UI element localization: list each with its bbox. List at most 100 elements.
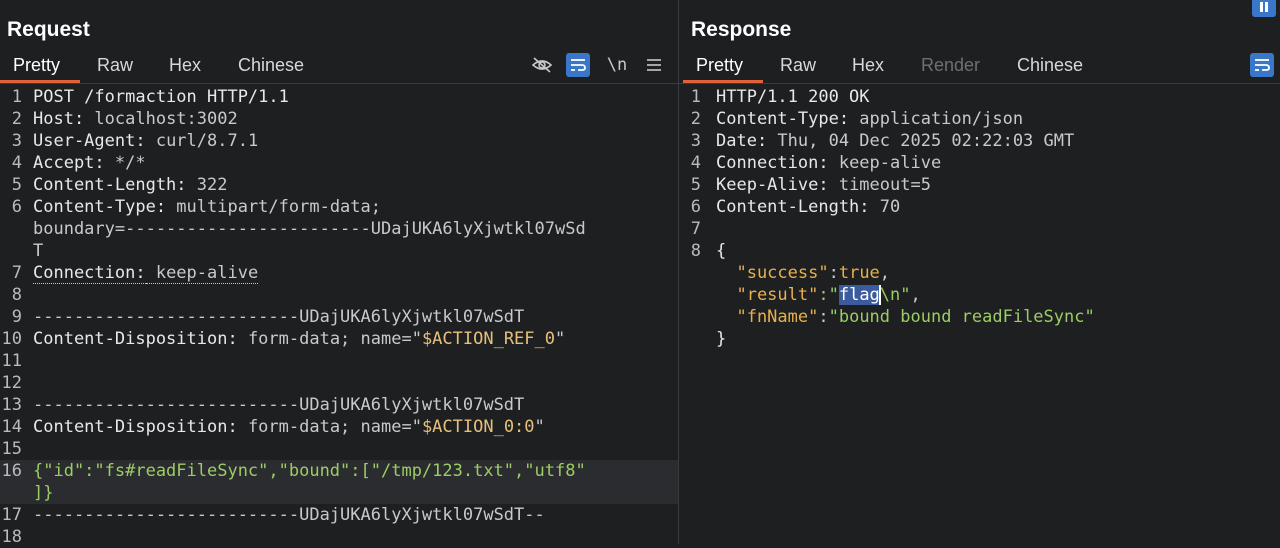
- response-tab-raw[interactable]: Raw: [780, 55, 816, 76]
- response-code-line[interactable]: 4 Connection: keep-alive: [679, 152, 1280, 174]
- request-code-line[interactable]: 1 POST /formaction HTTP/1.1: [0, 86, 678, 108]
- code-token: --------------------------UDajUKA6lyXjwt…: [33, 395, 525, 415]
- word-wrap-icon[interactable]: [1250, 53, 1274, 77]
- line-number: 5: [690, 175, 701, 195]
- request-code-line[interactable]: 13 --------------------------UDajUKA6lyXj…: [0, 394, 678, 416]
- code-token: Connection:: [716, 153, 829, 173]
- request-code-line[interactable]: 16 {"id":"fs#readFileSync","bound":["/tmp…: [0, 460, 678, 482]
- request-code-line[interactable]: T: [0, 240, 678, 262]
- request-tab-chinese[interactable]: Chinese: [238, 55, 304, 76]
- code-token: Content-Length:: [716, 197, 870, 217]
- response-code-line[interactable]: 6 Content-Length: 70: [679, 196, 1280, 218]
- response-code-line[interactable]: "fnName":"bound bound readFileSync": [679, 306, 1280, 328]
- request-tab-raw[interactable]: Raw: [97, 55, 133, 76]
- request-code-line[interactable]: 9 --------------------------UDajUKA6lyXjw…: [0, 306, 678, 328]
- code-token: --------------------------UDajUKA6lyXjwt…: [33, 505, 545, 525]
- request-code-line[interactable]: 14 Content-Disposition: form-data; name="…: [0, 416, 678, 438]
- hide-eye-icon[interactable]: [530, 54, 554, 76]
- code-text: Date: Thu, 04 Dec 2025 02:22:03 GMT: [716, 130, 1074, 152]
- code-token: "fnName": [716, 307, 819, 327]
- code-token: ,: [879, 263, 891, 283]
- request-code-line[interactable]: 17 --------------------------UDajUKA6lyXj…: [0, 504, 678, 526]
- request-code-line[interactable]: 8: [0, 284, 678, 306]
- code-token: Content-Type:: [716, 109, 850, 129]
- line-number: 4: [11, 153, 22, 173]
- code-token: Host:: [33, 109, 85, 129]
- response-code-line[interactable]: 7: [679, 218, 1280, 240]
- request-tab-hex[interactable]: Hex: [169, 55, 201, 76]
- line-number: 10: [1, 329, 22, 349]
- request-code-line[interactable]: 4 Accept: */*: [0, 152, 678, 174]
- code-token: form-data; name=": [237, 417, 422, 437]
- code-text: {: [716, 240, 726, 262]
- line-number: 3: [690, 131, 701, 151]
- code-token: Connection:: [33, 263, 146, 284]
- code-text: Content-Type: multipart/form-data;: [33, 196, 381, 218]
- response-code-line[interactable]: 2 Content-Type: application/json: [679, 108, 1280, 130]
- code-text: Accept: */*: [33, 152, 146, 174]
- code-token: Content-Length:: [33, 175, 187, 195]
- code-token: 70: [869, 197, 901, 217]
- code-token: {: [716, 241, 727, 261]
- request-code-line[interactable]: 10 Content-Disposition: form-data; name="…: [0, 328, 678, 350]
- code-text: "result":"flag\n",: [716, 284, 921, 306]
- request-tabs-divider: [0, 83, 678, 84]
- response-tabs: Pretty Raw Hex Render Chinese: [679, 50, 1280, 84]
- line-number: 7: [690, 219, 701, 239]
- code-text: boundary=------------------------UDajUKA…: [33, 218, 586, 240]
- code-text: POST /formaction HTTP/1.1: [33, 86, 289, 108]
- response-editor[interactable]: 1 HTTP/1.1 200 OK 2 Content-Type: applicati…: [679, 86, 1280, 544]
- response-tab-hex[interactable]: Hex: [852, 55, 884, 76]
- code-text: Content-Disposition: form-data; name="$A…: [33, 328, 565, 350]
- code-text: User-Agent: curl/8.7.1: [33, 130, 258, 152]
- request-code-line[interactable]: 12: [0, 372, 678, 394]
- response-code-line[interactable]: 5 Keep-Alive: timeout=5: [679, 174, 1280, 196]
- word-wrap-icon[interactable]: [566, 53, 590, 77]
- request-code-line[interactable]: 18: [0, 526, 678, 548]
- response-tab-chinese[interactable]: Chinese: [1017, 55, 1083, 76]
- code-text: "success":true,: [716, 262, 890, 284]
- line-number: 13: [1, 395, 22, 415]
- code-text: Content-Length: 322: [33, 174, 227, 196]
- code-token: {"id":"fs#readFileSync","bound":["/tmp/1…: [33, 461, 586, 481]
- request-code-line[interactable]: 3 User-Agent: curl/8.7.1: [0, 130, 678, 152]
- request-code-line[interactable]: 6 Content-Type: multipart/form-data;: [0, 196, 678, 218]
- code-text: Keep-Alive: timeout=5: [716, 174, 931, 196]
- response-code-line[interactable]: 3 Date: Thu, 04 Dec 2025 02:22:03 GMT: [679, 130, 1280, 152]
- response-code-line[interactable]: "success":true,: [679, 262, 1280, 284]
- menu-icon[interactable]: [643, 54, 665, 76]
- line-number: 5: [11, 175, 22, 195]
- response-code-line[interactable]: }: [679, 328, 1280, 350]
- code-text: ]}: [33, 482, 53, 504]
- code-token: HTTP/1.1 200 OK: [716, 87, 870, 107]
- response-code-line[interactable]: "result":"flag\n",: [679, 284, 1280, 306]
- line-number: 11: [1, 351, 22, 371]
- request-code-line[interactable]: 2 Host: localhost:3002: [0, 108, 678, 130]
- response-code-line[interactable]: 8{: [679, 240, 1280, 262]
- request-code-line[interactable]: 11: [0, 350, 678, 372]
- line-number: 18: [1, 527, 22, 547]
- request-code-line[interactable]: 15: [0, 438, 678, 460]
- request-code-line[interactable]: 7 Connection: keep-alive: [0, 262, 678, 284]
- show-newlines-button[interactable]: \n: [604, 54, 630, 76]
- request-editor[interactable]: 1 POST /formaction HTTP/1.1 2 Host: localho…: [0, 86, 678, 547]
- pause-icon[interactable]: [1252, 0, 1276, 17]
- code-text: Content-Type: application/json: [716, 108, 1023, 130]
- request-tab-pretty[interactable]: Pretty: [13, 55, 60, 76]
- response-tab-pretty[interactable]: Pretty: [696, 55, 743, 76]
- request-code-line[interactable]: 5 Content-Length: 322: [0, 174, 678, 196]
- code-token: }: [716, 329, 727, 349]
- code-token: Date:: [716, 131, 768, 151]
- line-number: 1: [11, 87, 22, 107]
- code-token: Content-Disposition:: [33, 417, 238, 437]
- code-text: Content-Disposition: form-data; name="$A…: [33, 416, 545, 438]
- code-token: form-data; name=": [237, 329, 422, 349]
- code-token: flag: [838, 285, 880, 305]
- line-number: 8: [11, 285, 22, 305]
- response-code-line[interactable]: 1 HTTP/1.1 200 OK: [679, 86, 1280, 108]
- line-number: 7: [11, 263, 22, 283]
- request-pane: Request Pretty Raw Hex Chinese \n 1 POST …: [0, 0, 678, 547]
- request-code-line[interactable]: boundary=------------------------UDajUKA…: [0, 218, 678, 240]
- code-text: --------------------------UDajUKA6lyXjwt…: [33, 306, 524, 328]
- request-code-line[interactable]: ]}: [0, 482, 678, 504]
